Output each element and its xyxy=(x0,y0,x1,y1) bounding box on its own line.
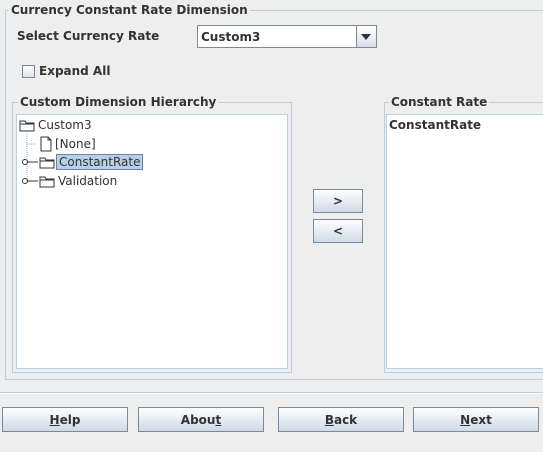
expand-toggle-icon[interactable] xyxy=(21,157,39,167)
currency-rate-combo[interactable]: Custom3 xyxy=(197,25,377,48)
footer-separator-highlight xyxy=(0,393,543,394)
constant-rate-title: Constant Rate xyxy=(389,95,490,109)
chevron-down-icon xyxy=(361,34,371,40)
expand-toggle-icon[interactable] xyxy=(21,176,39,186)
next-button[interactable]: Next xyxy=(413,407,539,432)
help-button[interactable]: Help xyxy=(2,407,128,432)
currency-rate-value: Custom3 xyxy=(201,30,261,44)
tree-node-root-label: Custom3 xyxy=(38,118,92,132)
tree-node-constantrate[interactable]: ConstantRate xyxy=(21,153,144,171)
help-button-label: Help xyxy=(49,412,81,427)
tree-node-root[interactable]: Custom3 xyxy=(19,116,94,134)
remove-button[interactable]: < xyxy=(313,219,363,243)
about-button[interactable]: About xyxy=(138,407,264,432)
expand-all-label[interactable]: Expand All xyxy=(39,64,110,78)
document-icon xyxy=(40,136,52,152)
about-button-label: About xyxy=(180,412,222,427)
next-button-label: Next xyxy=(460,412,492,427)
constant-rate-list[interactable]: ConstantRate xyxy=(386,114,543,369)
back-button[interactable]: Back xyxy=(278,407,404,432)
constant-rate-list-item[interactable]: ConstantRate xyxy=(389,118,481,132)
combo-dropdown-button[interactable] xyxy=(356,26,376,47)
select-currency-rate-label: Select Currency Rate xyxy=(17,29,160,43)
back-button-label: Back xyxy=(324,412,358,427)
folder-open-icon xyxy=(19,120,35,132)
add-button[interactable]: > xyxy=(313,189,363,213)
folder-icon xyxy=(39,176,55,188)
tree-node-validation[interactable]: Validation xyxy=(21,172,119,190)
tree-node-none-label: [None] xyxy=(55,137,96,151)
group-title: Currency Constant Rate Dimension xyxy=(9,3,250,17)
tree-node-none[interactable]: [None] xyxy=(39,135,98,153)
expand-all-checkbox[interactable] xyxy=(22,65,35,78)
tree-node-constantrate-label: ConstantRate xyxy=(56,154,144,170)
folder-icon xyxy=(39,157,55,169)
hierarchy-title: Custom Dimension Hierarchy xyxy=(18,95,219,109)
tree-node-validation-label: Validation xyxy=(58,174,118,188)
hierarchy-tree[interactable]: Custom3 [None] ConstantRate Validation xyxy=(16,114,288,369)
